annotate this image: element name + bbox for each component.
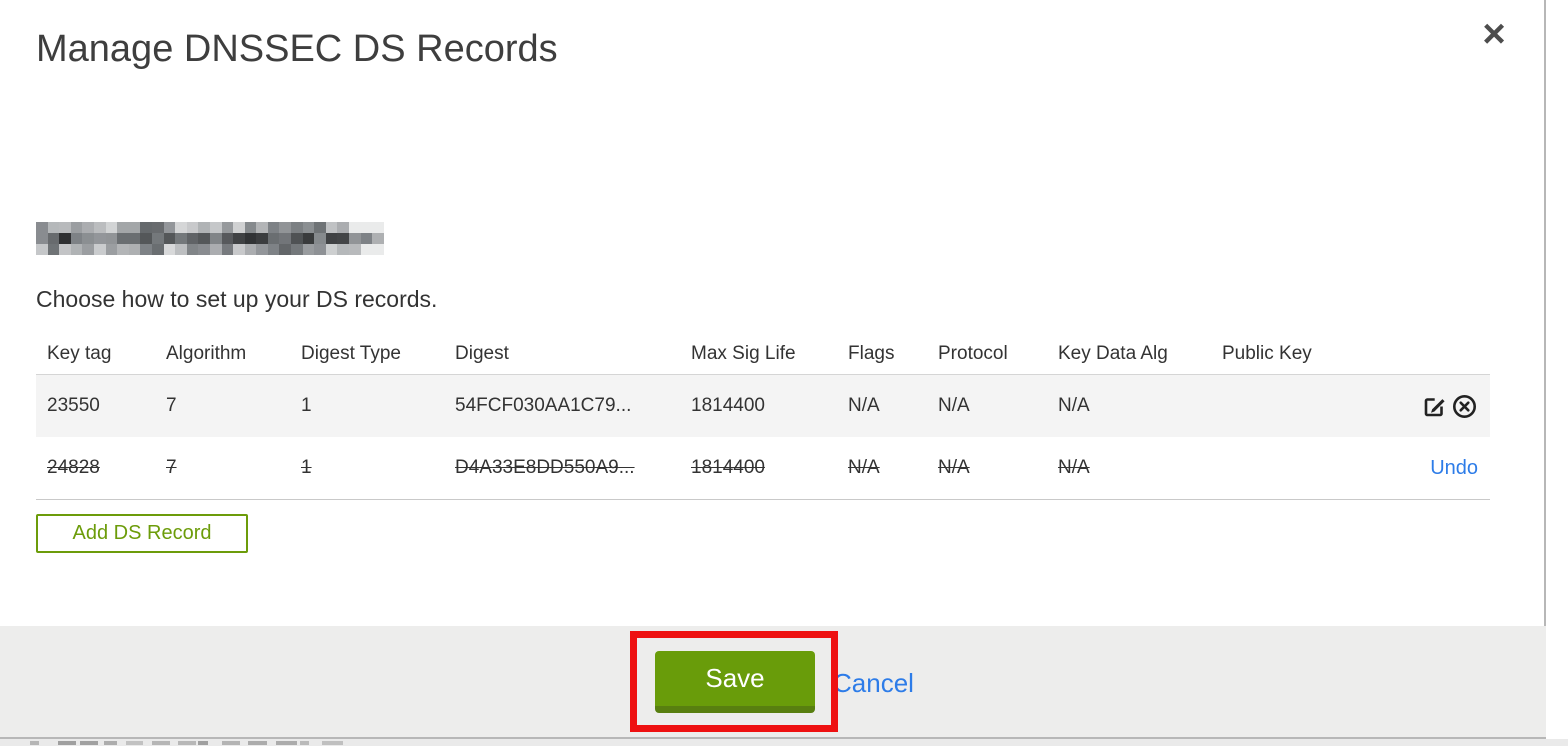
redacted-domain-name — [36, 222, 384, 255]
cell-algorithm: 7 — [166, 395, 177, 416]
close-icon[interactable]: × — [1472, 12, 1516, 56]
row-actions — [1398, 392, 1490, 420]
cell-key-data-alg: N/A — [1058, 457, 1090, 478]
cell-flags: N/A — [848, 395, 880, 416]
column-header-max-sig-life: Max Sig Life — [691, 342, 796, 364]
manage-dnssec-dialog: Manage DNSSEC DS Records × Choose how to… — [0, 0, 1546, 739]
cell-digest: D4A33E8DD550A9... — [455, 457, 635, 478]
cancel-link[interactable]: Cancel — [833, 668, 914, 699]
delete-record-icon[interactable] — [1450, 392, 1478, 420]
undo-link[interactable]: Undo — [1430, 457, 1478, 480]
column-header-flags: Flags — [848, 342, 895, 364]
column-header-algorithm: Algorithm — [166, 342, 247, 364]
cell-digest-type: 1 — [301, 457, 312, 478]
page-title: Manage DNSSEC DS Records — [36, 28, 558, 70]
cell-max-sig-life: 1814400 — [691, 457, 765, 478]
cell-protocol: N/A — [938, 457, 970, 478]
cell-algorithm: 7 — [166, 457, 177, 478]
edit-record-icon[interactable] — [1420, 392, 1448, 420]
table-header-row: Key tag Algorithm Digest Type Digest Max… — [36, 333, 1490, 374]
column-header-public-key: Public Key — [1222, 342, 1312, 364]
cell-key-tag: 24828 — [47, 457, 100, 478]
table-row: 24828 7 1 D4A33E8DD550A9... 1814400 N/A … — [36, 437, 1490, 500]
underlying-page-sliver — [0, 739, 1568, 746]
cell-key-data-alg: N/A — [1058, 395, 1090, 416]
cell-max-sig-life: 1814400 — [691, 395, 765, 416]
column-header-digest: Digest — [455, 342, 509, 364]
column-header-key-tag: Key tag — [47, 342, 112, 364]
add-ds-record-button[interactable]: Add DS Record — [36, 514, 248, 553]
screenshot-viewport: Manage DNSSEC DS Records × Choose how to… — [0, 0, 1568, 746]
subtitle-text: Choose how to set up your DS records. — [36, 286, 438, 312]
save-button[interactable]: Save — [655, 651, 815, 713]
column-header-key-data-alg: Key Data Alg — [1058, 342, 1168, 364]
ds-records-table: Key tag Algorithm Digest Type Digest Max… — [36, 333, 1490, 500]
cell-protocol: N/A — [938, 395, 970, 416]
cell-digest: 54FCF030AA1C79... — [455, 395, 632, 416]
column-header-digest-type: Digest Type — [301, 342, 401, 364]
cell-digest-type: 1 — [301, 395, 312, 416]
cell-flags: N/A — [848, 457, 880, 478]
cell-key-tag: 23550 — [47, 395, 100, 416]
column-header-protocol: Protocol — [938, 342, 1008, 364]
row-actions: Undo — [1398, 457, 1490, 480]
table-row: 23550 7 1 54FCF030AA1C79... 1814400 N/A … — [36, 374, 1490, 437]
